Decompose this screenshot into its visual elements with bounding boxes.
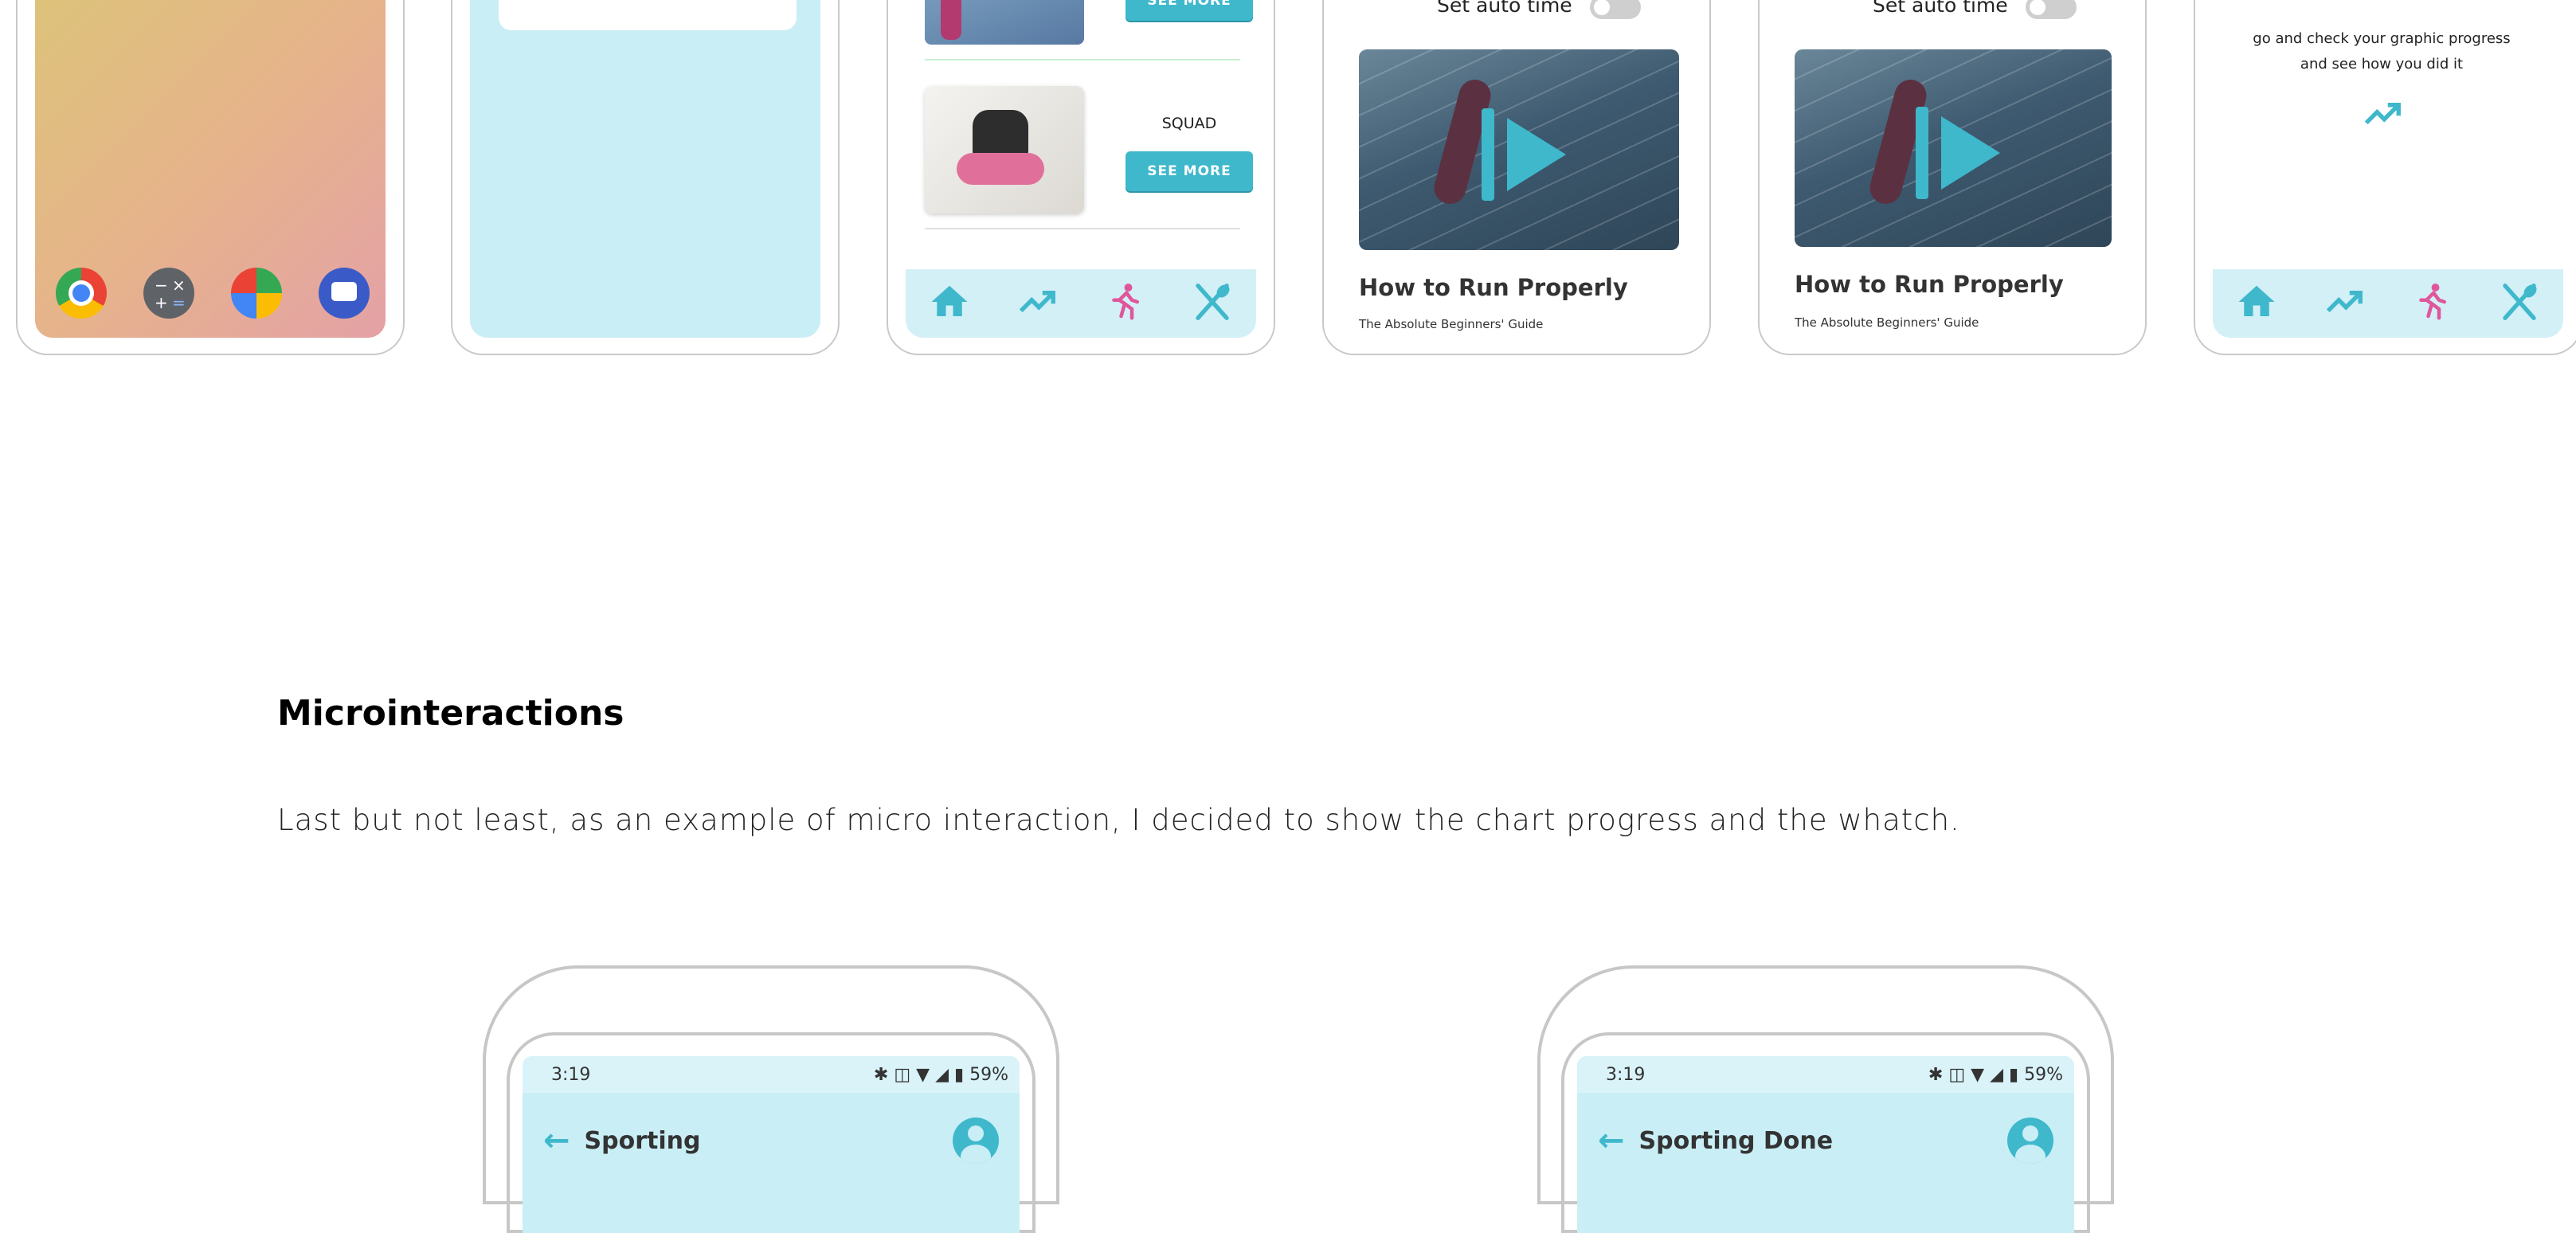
phone-progress: go and check your graphic progress and s… bbox=[2194, 0, 2576, 355]
video-thumbnail[interactable] bbox=[1795, 49, 2112, 247]
exercise-title: SQUAD bbox=[1161, 115, 1217, 132]
signal-icon: ◢ bbox=[935, 1064, 949, 1085]
battery-icon: ▮ bbox=[953, 1064, 965, 1085]
calculator-icon[interactable]: − × + = bbox=[143, 268, 194, 319]
mockup-screen: 3:19 ✱ ◫ ▼ ◢ ▮ 59% ← Sporting Done bbox=[1577, 1056, 2074, 1233]
status-bar: 3:19 ✱ ◫ ▼ ◢ ▮ 59% bbox=[1577, 1056, 2074, 1093]
auto-time-toggle[interactable] bbox=[1590, 0, 1641, 19]
status-bar: 3:19 ✱ ◫ ▼ ◢ ▮ 59% bbox=[523, 1056, 1020, 1093]
phone-home-screen: − × + = bbox=[16, 0, 405, 355]
battery-icon: ▮ bbox=[2008, 1064, 2019, 1085]
run-icon[interactable] bbox=[1103, 280, 1146, 327]
status-icons: ✱ ◫ ▼ ◢ ▮ 59% bbox=[874, 1065, 1008, 1085]
page-title: Sporting bbox=[584, 1126, 701, 1155]
vibrate-icon: ◫ bbox=[1948, 1064, 1966, 1085]
list-divider bbox=[925, 228, 1240, 229]
phone-mockup-right: 3:19 ✱ ◫ ▼ ◢ ▮ 59% ← Sporting Done bbox=[1537, 965, 2114, 1233]
status-icons: ✱ ◫ ▼ ◢ ▮ 59% bbox=[1928, 1065, 2063, 1085]
input-card[interactable] bbox=[499, 0, 797, 30]
see-more-button[interactable]: SEE MORE bbox=[1126, 0, 1253, 21]
phone-exercise-list: SEE MORE SQUAD SEE MORE bbox=[887, 0, 1275, 355]
phone-blank-screen bbox=[451, 0, 840, 355]
section-heading: Microinteractions bbox=[277, 693, 624, 734]
video-subtitle: The Absolute Beginners' Guide bbox=[1359, 317, 1544, 331]
auto-time-label: Set auto time bbox=[1873, 0, 2008, 17]
run-icon[interactable] bbox=[2410, 280, 2453, 327]
page-title: Sporting Done bbox=[1638, 1126, 1834, 1155]
see-more-button[interactable]: SEE MORE bbox=[1126, 151, 1253, 191]
progress-message-line1: go and check your graphic progress bbox=[2253, 30, 2511, 47]
chrome-icon[interactable] bbox=[56, 268, 107, 319]
video-screen-1: Set auto time How to Run Properly The Ab… bbox=[1341, 0, 1692, 338]
wifi-icon: ▼ bbox=[1971, 1064, 1985, 1085]
chart-icon[interactable] bbox=[1016, 280, 1059, 327]
messages-icon[interactable] bbox=[319, 268, 370, 319]
auto-time-label: Set auto time bbox=[1437, 0, 1572, 17]
back-arrow-icon[interactable]: ← bbox=[543, 1122, 570, 1159]
avatar-icon[interactable] bbox=[953, 1118, 999, 1164]
vibrate-icon: ◫ bbox=[894, 1064, 911, 1085]
home-wallpaper: − × + = bbox=[35, 0, 386, 338]
progress-message-line2: and see how you did it bbox=[2300, 56, 2464, 72]
video-subtitle: The Absolute Beginners' Guide bbox=[1795, 315, 1979, 330]
back-arrow-icon[interactable]: ← bbox=[1598, 1122, 1625, 1159]
status-time: 3:19 bbox=[1606, 1064, 1646, 1085]
avatar-icon[interactable] bbox=[2007, 1118, 2053, 1164]
chart-icon[interactable] bbox=[2323, 280, 2366, 327]
section-body: Last but not least, as an example of mic… bbox=[277, 803, 1960, 837]
phone-video-1: Set auto time How to Run Properly The Ab… bbox=[1322, 0, 1711, 355]
phone-video-2: Set auto time How to Run Properly The Ab… bbox=[1758, 0, 2147, 355]
battery-level: 59% bbox=[2024, 1064, 2063, 1085]
wifi-icon: ▼ bbox=[916, 1064, 930, 1085]
status-time: 3:19 bbox=[551, 1064, 591, 1085]
signal-icon: ◢ bbox=[1990, 1064, 2003, 1085]
video-thumbnail[interactable] bbox=[1359, 49, 1679, 250]
mockup-screen: 3:19 ✱ ◫ ▼ ◢ ▮ 59% ← Sporting bbox=[523, 1056, 1020, 1233]
bluetooth-icon: ✱ bbox=[1928, 1064, 1944, 1085]
auto-time-toggle[interactable] bbox=[2026, 0, 2077, 19]
video-screen-2: Set auto time How to Run Properly The Ab… bbox=[1777, 0, 2128, 338]
cyan-screen bbox=[470, 0, 820, 338]
home-icon[interactable] bbox=[928, 280, 971, 327]
exercise-image-run bbox=[925, 0, 1084, 45]
bottom-nav bbox=[2213, 269, 2563, 338]
video-title: How to Run Properly bbox=[1795, 271, 2064, 298]
battery-level: 59% bbox=[969, 1064, 1008, 1085]
exercise-image-squad bbox=[925, 86, 1084, 213]
phone-mockup-left: 3:19 ✱ ◫ ▼ ◢ ▮ 59% ← Sporting bbox=[483, 965, 1059, 1233]
app-bar: ← Sporting Done bbox=[1577, 1093, 2074, 1188]
bluetooth-icon: ✱ bbox=[873, 1064, 889, 1085]
home-icon[interactable] bbox=[2235, 280, 2278, 327]
maps-icon[interactable] bbox=[231, 268, 282, 319]
bottom-nav bbox=[906, 269, 1256, 338]
app-bar: ← Sporting bbox=[523, 1093, 1020, 1188]
cutlery-icon[interactable] bbox=[1191, 280, 1234, 327]
list-divider bbox=[925, 59, 1240, 61]
chart-icon[interactable] bbox=[2361, 92, 2404, 139]
video-title: How to Run Properly bbox=[1359, 274, 1628, 301]
cutlery-icon[interactable] bbox=[2498, 280, 2541, 327]
